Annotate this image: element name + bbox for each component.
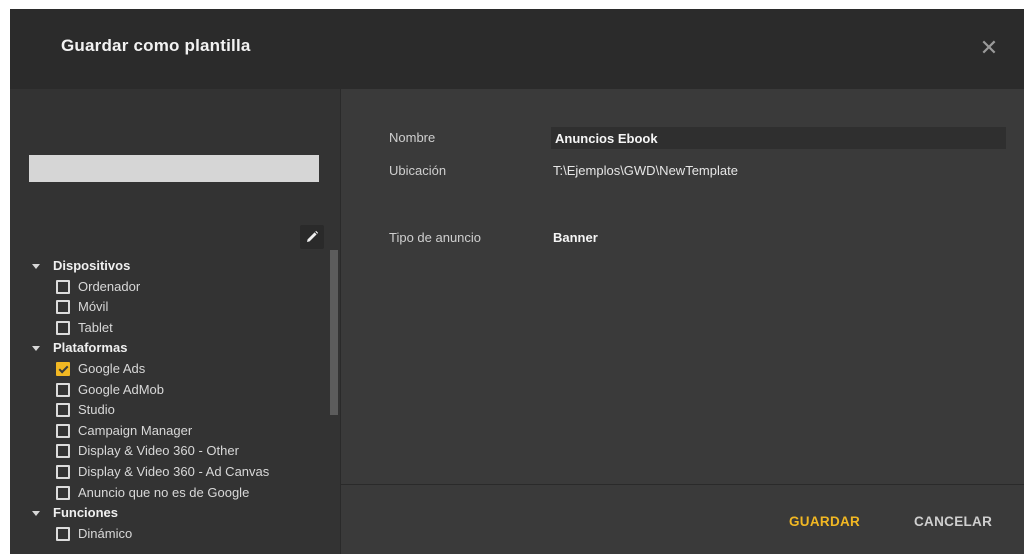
category-plataformas[interactable]: Plataformas: [32, 338, 127, 358]
dialog-header: Guardar como plantilla ✕: [10, 9, 1024, 89]
checkbox-item[interactable]: Studio: [56, 400, 115, 420]
checkbox-label: Display & Video 360 - Ad Canvas: [78, 464, 270, 479]
checkbox-icon[interactable]: [56, 300, 70, 315]
checkbox-icon[interactable]: [56, 320, 70, 335]
caret-down-icon: [32, 511, 40, 517]
template-options-panel: Dispositivos Ordenador Móvil Tablet Platafor…: [10, 89, 340, 554]
close-icon[interactable]: ✕: [976, 35, 1002, 61]
checkbox-item[interactable]: Campaign Manager: [56, 421, 192, 441]
checkbox-icon[interactable]: [56, 485, 70, 500]
location-label: Ubicación: [389, 163, 447, 178]
save-template-dialog: Guardar como plantilla ✕ Dispositivos Ord…: [10, 9, 1024, 554]
category-label: Funciones: [53, 505, 119, 521]
checkbox-item[interactable]: Google Ads: [56, 359, 145, 379]
checkbox-icon[interactable]: [56, 444, 70, 459]
ad-type-label: Tipo de anuncio: [389, 230, 482, 245]
checkbox-icon[interactable]: [56, 423, 70, 438]
checkbox-icon[interactable]: [56, 279, 70, 294]
category-label: Dispositivos: [53, 258, 131, 273]
checkbox-item[interactable]: Móvil: [56, 297, 108, 317]
checkbox-label: Google Ads: [78, 361, 146, 376]
edit-button[interactable]: [300, 225, 324, 249]
checkbox-icon[interactable]: [56, 382, 70, 397]
checkbox-checked-icon[interactable]: [56, 362, 70, 376]
checkbox-item[interactable]: Anuncio que no es de Google: [56, 483, 249, 503]
checkbox-label: Studio: [78, 402, 115, 418]
category-dispositivos[interactable]: Dispositivos: [32, 256, 130, 276]
checkbox-item[interactable]: Ordenador: [56, 277, 140, 297]
category-funciones[interactable]: Funciones: [32, 503, 118, 523]
sidebar-scrollbar[interactable]: [330, 250, 338, 415]
checkbox-icon[interactable]: [56, 403, 70, 418]
save-button[interactable]: GUARDAR: [789, 514, 860, 529]
template-name-field[interactable]: [551, 127, 1006, 149]
location-value: T:\Ejemplos\GWD\NewTemplate: [553, 163, 738, 178]
checkbox-item[interactable]: Dinámico: [56, 524, 132, 544]
caret-down-icon: [32, 264, 40, 269]
checkbox-label: Móvil: [78, 299, 109, 315]
category-label: Plataformas: [53, 340, 128, 356]
footer-divider: [341, 484, 1024, 485]
checkbox-item[interactable]: Display & Video 360 - Ad Canvas: [56, 462, 269, 482]
checkbox-icon[interactable]: [56, 465, 70, 479]
checkbox-label: Anuncio que no es de Google: [78, 484, 250, 500]
checkbox-item[interactable]: Google AdMob: [56, 380, 164, 400]
checkbox-item[interactable]: Display & Video 360 - Other: [56, 441, 239, 461]
template-name-input[interactable]: [29, 155, 319, 182]
checkbox-label: Tablet: [78, 319, 113, 335]
checkbox-icon[interactable]: [56, 526, 70, 541]
caret-down-icon: [32, 346, 40, 352]
checkbox-label: Display & Video 360 - Other: [78, 443, 239, 459]
checkbox-label: Campaign Manager: [78, 422, 193, 438]
checkbox-item[interactable]: Tablet: [56, 318, 113, 338]
name-label: Nombre: [389, 130, 436, 145]
ad-type-value: Banner: [553, 230, 598, 245]
pencil-icon: [307, 230, 319, 242]
checkbox-label: Ordenador: [78, 278, 141, 294]
checkbox-label: Google AdMob: [78, 381, 165, 397]
checkbox-label: Dinámico: [78, 525, 133, 541]
dialog-title: Guardar como plantilla: [61, 36, 251, 55]
template-details-panel: Nombre Ubicación T:\Ejemplos\GWD\NewTemp…: [341, 89, 1024, 484]
cancel-button[interactable]: CANCELAR: [914, 514, 992, 529]
